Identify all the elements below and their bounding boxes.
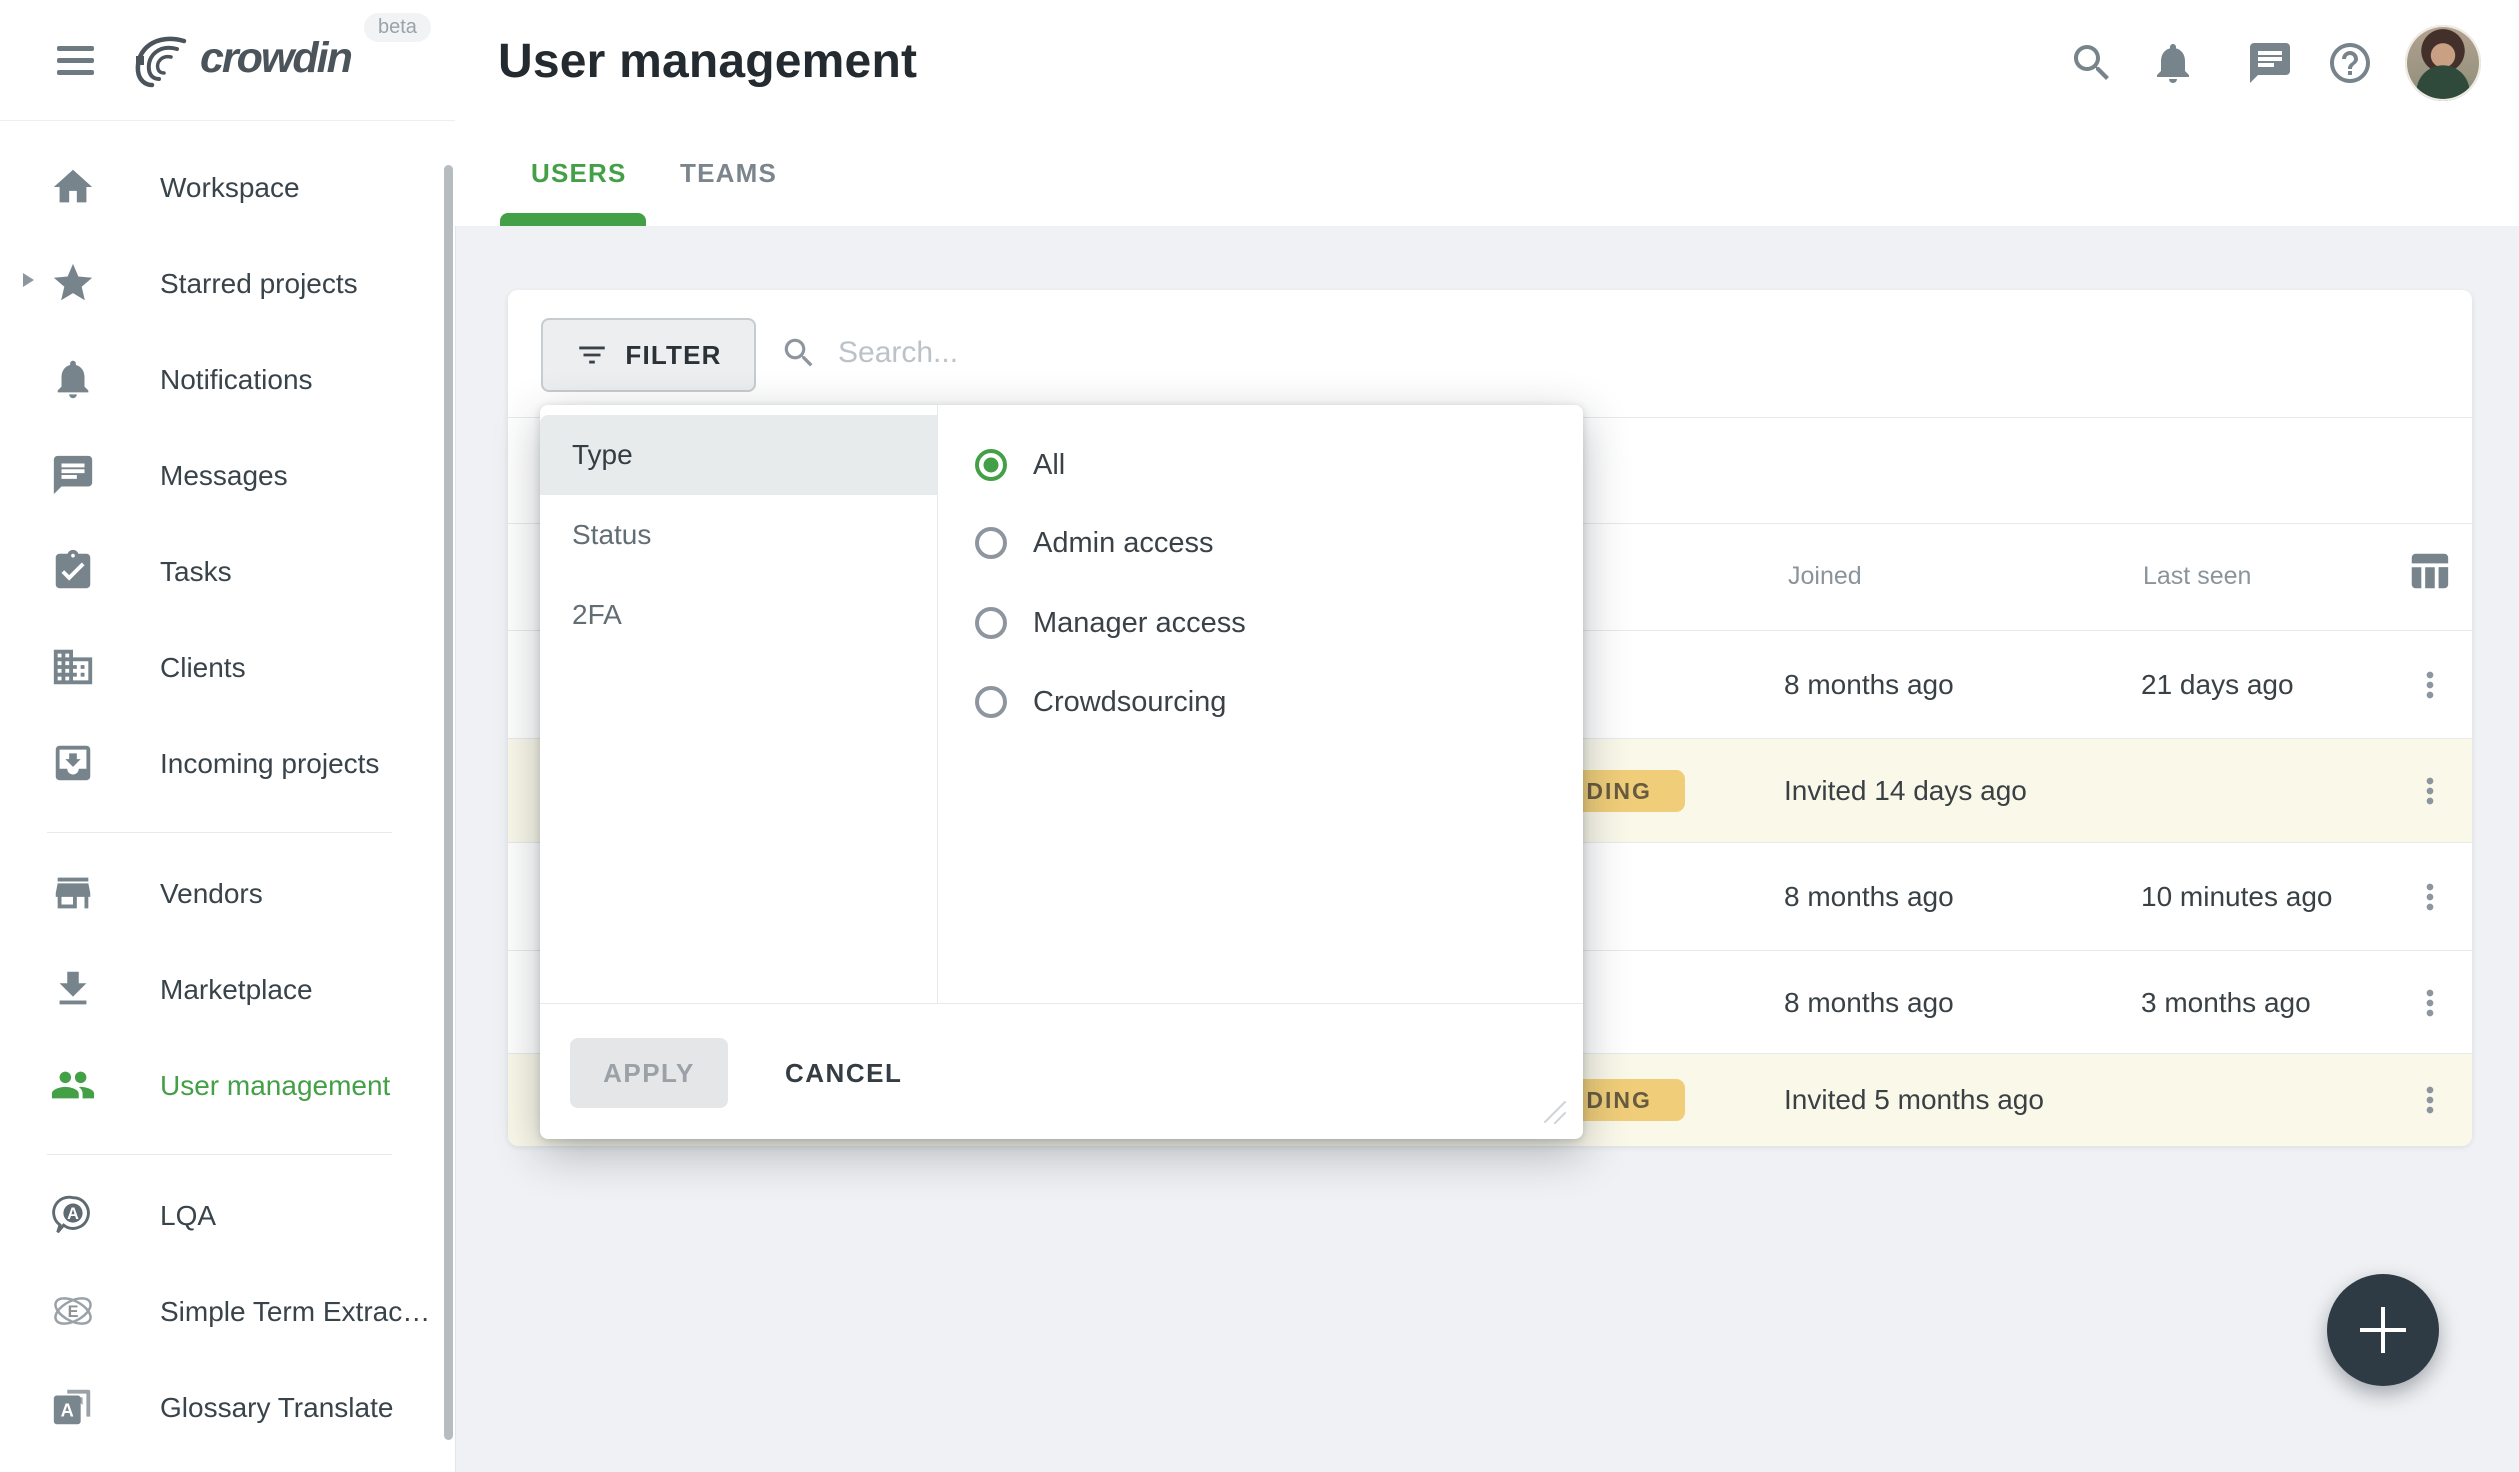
chat-icon xyxy=(50,452,96,498)
row-menu-icon[interactable] xyxy=(2410,769,2450,813)
filter-button[interactable]: FILTER xyxy=(541,318,756,392)
resize-handle[interactable] xyxy=(1540,1095,1572,1127)
filter-category-status[interactable]: Status xyxy=(540,495,937,575)
lqa-bubble-icon: A xyxy=(50,1192,96,1238)
radio-icon[interactable] xyxy=(975,527,1007,559)
help-icon[interactable] xyxy=(2326,39,2374,87)
add-user-fab[interactable] xyxy=(2327,1274,2439,1386)
top-header: User management USERS TEAMS xyxy=(455,0,2519,226)
task-check-icon xyxy=(50,548,96,594)
sidebar-item-lqa[interactable]: A LQA xyxy=(0,1188,454,1248)
sidebar-item-tasks[interactable]: Tasks xyxy=(0,544,454,604)
radio-option-manager-access[interactable]: Manager access xyxy=(975,593,1246,653)
page-title: User management xyxy=(498,34,917,89)
sidebar-item-glossary-translate[interactable]: A Glossary Translate xyxy=(0,1380,454,1440)
menu-icon[interactable] xyxy=(57,46,94,76)
star-icon xyxy=(50,260,96,306)
sidebar-item-starred-projects[interactable]: Starred projects xyxy=(0,256,454,316)
filter-list-icon xyxy=(575,338,609,372)
joined-cell: Invited 5 months ago xyxy=(1784,1084,2044,1116)
sidebar-divider xyxy=(47,832,392,833)
beta-badge: beta xyxy=(364,13,431,42)
radio-selected-icon[interactable] xyxy=(975,449,1007,481)
joined-cell: 8 months ago xyxy=(1784,669,1954,701)
notifications-bell-icon[interactable] xyxy=(2149,39,2197,87)
sidebar-item-messages[interactable]: Messages xyxy=(0,448,454,508)
tab-teams[interactable]: TEAMS xyxy=(680,158,777,189)
search-input[interactable] xyxy=(836,335,1460,371)
filter-category-type[interactable]: Type xyxy=(540,415,937,495)
download-icon xyxy=(50,966,96,1012)
filter-category-2fa[interactable]: 2FA xyxy=(540,575,937,655)
last-seen-cell: 21 days ago xyxy=(2141,669,2294,701)
active-tab-underline xyxy=(500,213,646,226)
radio-option-admin-access[interactable]: Admin access xyxy=(975,513,1214,573)
messages-chat-icon[interactable] xyxy=(2246,39,2294,87)
sidebar-item-workspace[interactable]: Workspace xyxy=(0,160,454,220)
column-header-joined[interactable]: Joined xyxy=(1788,562,1862,591)
people-icon xyxy=(50,1062,96,1108)
panel-divider xyxy=(937,405,938,1003)
joined-cell: 8 months ago xyxy=(1784,881,1954,913)
sidebar-header: crowdin beta xyxy=(0,0,455,121)
last-seen-cell: 3 months ago xyxy=(2141,987,2311,1019)
sidebar-scrollbar[interactable] xyxy=(444,165,453,1440)
joined-cell: Invited 14 days ago xyxy=(1784,775,2027,807)
user-management-screen: crowdin beta Workspace Starred projects … xyxy=(0,0,2519,1472)
bell-icon xyxy=(50,356,96,402)
table-search xyxy=(780,318,1460,388)
sidebar-item-notifications[interactable]: Notifications xyxy=(0,352,454,412)
tab-users[interactable]: USERS xyxy=(531,158,627,189)
svg-text:A: A xyxy=(61,1401,74,1421)
column-header-last-seen[interactable]: Last seen xyxy=(2143,562,2251,591)
sidebar-item-incoming-projects[interactable]: Incoming projects xyxy=(0,736,454,796)
column-settings-icon[interactable] xyxy=(2406,548,2452,594)
inbox-download-icon xyxy=(50,740,96,786)
crowdin-logo-text: crowdin xyxy=(200,34,351,83)
atom-icon: E xyxy=(50,1288,96,1334)
sidebar-item-vendors[interactable]: Vendors xyxy=(0,866,454,926)
panel-footer-divider xyxy=(540,1003,1583,1004)
search-icon[interactable] xyxy=(2068,39,2116,87)
row-menu-icon[interactable] xyxy=(2410,875,2450,919)
row-menu-icon[interactable] xyxy=(2410,663,2450,707)
building-icon xyxy=(50,644,96,690)
radio-icon[interactable] xyxy=(975,686,1007,718)
sidebar: crowdin beta Workspace Starred projects … xyxy=(0,0,456,1472)
row-menu-icon[interactable] xyxy=(2410,981,2450,1025)
sidebar-item-user-management[interactable]: User management xyxy=(0,1058,454,1118)
sidebar-item-marketplace[interactable]: Marketplace xyxy=(0,962,454,1022)
apply-button[interactable]: APPLY xyxy=(570,1038,728,1108)
crowdin-logo-icon xyxy=(130,34,194,90)
radio-option-all[interactable]: All xyxy=(975,435,1065,495)
joined-cell: 8 months ago xyxy=(1784,987,1954,1019)
store-icon xyxy=(50,870,96,916)
search-icon xyxy=(780,334,818,372)
row-menu-icon[interactable] xyxy=(2410,1078,2450,1122)
sidebar-item-simple-term-extractor[interactable]: E Simple Term Extrac… xyxy=(0,1284,454,1344)
radio-icon[interactable] xyxy=(975,607,1007,639)
svg-text:E: E xyxy=(68,1303,79,1321)
cancel-button[interactable]: CANCEL xyxy=(767,1038,920,1108)
svg-text:A: A xyxy=(67,1205,79,1223)
sidebar-item-clients[interactable]: Clients xyxy=(0,640,454,700)
sidebar-divider xyxy=(47,1154,392,1155)
last-seen-cell: 10 minutes ago xyxy=(2141,881,2332,913)
home-icon xyxy=(50,164,96,210)
radio-option-crowdsourcing[interactable]: Crowdsourcing xyxy=(975,672,1226,732)
translate-icon: A xyxy=(50,1384,96,1430)
filter-dropdown-panel: Type Status 2FA All Admin access Manager… xyxy=(540,405,1583,1139)
user-avatar[interactable] xyxy=(2405,25,2481,101)
